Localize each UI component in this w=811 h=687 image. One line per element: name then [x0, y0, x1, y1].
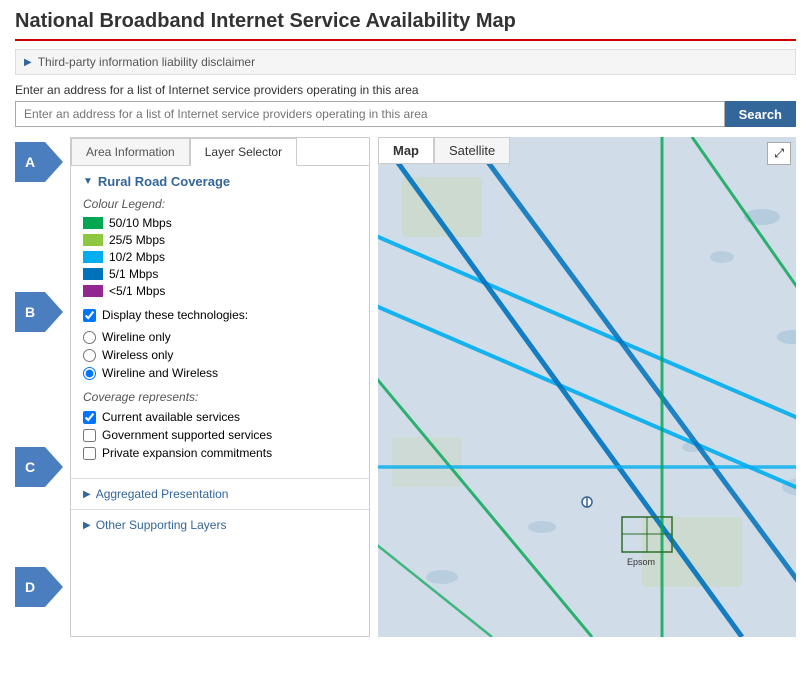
aggregated-presentation-section[interactable]: ▶ Aggregated Presentation: [71, 478, 369, 509]
svg-text:Epsom: Epsom: [627, 557, 655, 567]
legend-label-2: 10/2 Mbps: [109, 250, 165, 264]
arrow-c: C: [15, 447, 63, 487]
radio-wireline-wireless-label: Wireline and Wireless: [102, 366, 218, 380]
radio-wireline-wireless[interactable]: Wireline and Wireless: [83, 366, 357, 380]
arrow-d-label: D: [15, 567, 45, 607]
aggregated-label: Aggregated Presentation: [96, 487, 229, 501]
coverage-govt-checkbox[interactable]: [83, 429, 96, 442]
other-layers-label: Other Supporting Layers: [96, 518, 227, 532]
display-tech-checkbox-row[interactable]: Display these technologies:: [83, 308, 357, 322]
map-tabs: Map Satellite: [378, 137, 510, 164]
radio-wireless-only[interactable]: Wireless only: [83, 348, 357, 362]
arrow-b-label: B: [15, 292, 45, 332]
disclaimer-triangle-icon: ▶: [24, 57, 32, 68]
coverage-govt-label: Government supported services: [102, 428, 272, 442]
arrow-c-point: [45, 447, 63, 487]
legend-color-3: [83, 268, 103, 280]
coverage-private-label: Private expansion commitments: [102, 446, 272, 460]
page-title: National Broadband Internet Service Avai…: [15, 10, 796, 41]
legend-label-1: 25/5 Mbps: [109, 233, 165, 247]
legend-color-0: [83, 217, 103, 229]
radio-wireless-only-input[interactable]: [83, 349, 96, 362]
search-input[interactable]: [15, 101, 725, 127]
rural-road-coverage-header[interactable]: ▼ Rural Road Coverage: [83, 174, 357, 189]
coverage-checks: Current available services Government su…: [83, 410, 357, 460]
legend-item-2: 10/2 Mbps: [83, 250, 357, 264]
map-fullscreen-button[interactable]: ⤢: [767, 142, 791, 165]
coverage-govt[interactable]: Government supported services: [83, 428, 357, 442]
arrow-d: D: [15, 567, 63, 607]
coverage-private-checkbox[interactable]: [83, 447, 96, 460]
tabs-container: Area Information Layer Selector: [71, 138, 369, 166]
legend-color-1: [83, 234, 103, 246]
tab-layer-selector[interactable]: Layer Selector: [190, 138, 297, 166]
legend-title: Colour Legend:: [83, 197, 357, 211]
arrow-d-point: [45, 567, 63, 607]
display-tech-checkbox[interactable]: [83, 309, 96, 322]
radio-section: Wireline only Wireless only Wireline and…: [83, 330, 357, 380]
arrow-c-label: C: [15, 447, 45, 487]
legend-label-4: <5/1 Mbps: [109, 284, 165, 298]
radio-wireline-only-input[interactable]: [83, 331, 96, 344]
legend-label-3: 5/1 Mbps: [109, 267, 158, 281]
other-layers-section[interactable]: ▶ Other Supporting Layers: [71, 509, 369, 540]
map-svg: Epsom: [378, 137, 796, 637]
search-label: Enter an address for a list of Internet …: [15, 83, 796, 97]
section-title: Rural Road Coverage: [98, 174, 230, 189]
legend-item-0: 50/10 Mbps: [83, 216, 357, 230]
radio-wireline-wireless-input[interactable]: [83, 367, 96, 380]
other-layers-triangle-icon: ▶: [83, 520, 91, 531]
arrow-a: A: [15, 142, 63, 182]
disclaimer-text: Third-party information liability discla…: [38, 55, 255, 69]
legend-item-4: <5/1 Mbps: [83, 284, 357, 298]
radio-wireline-only-label: Wireline only: [102, 330, 171, 344]
aggregated-triangle-icon: ▶: [83, 489, 91, 500]
legend-color-2: [83, 251, 103, 263]
legend-color-4: [83, 285, 103, 297]
panel-content: ▼ Rural Road Coverage Colour Legend: 50/…: [71, 166, 369, 478]
map-tab-map[interactable]: Map: [378, 137, 434, 164]
side-panel: Area Information Layer Selector ▼ Rural …: [70, 137, 370, 637]
map-tab-satellite[interactable]: Satellite: [434, 137, 510, 164]
coverage-current-checkbox[interactable]: [83, 411, 96, 424]
coverage-current[interactable]: Current available services: [83, 410, 357, 424]
coverage-current-label: Current available services: [102, 410, 240, 424]
coverage-private[interactable]: Private expansion commitments: [83, 446, 357, 460]
coverage-title: Coverage represents:: [83, 390, 357, 404]
arrow-b-point: [45, 292, 63, 332]
search-row: Search: [15, 101, 796, 127]
arrow-a-point: [45, 142, 63, 182]
radio-wireless-only-label: Wireless only: [102, 348, 173, 362]
legend-label-0: 50/10 Mbps: [109, 216, 172, 230]
arrows-container: A B C D: [15, 137, 70, 637]
arrow-a-label: A: [15, 142, 45, 182]
legend-item-1: 25/5 Mbps: [83, 233, 357, 247]
display-tech-label: Display these technologies:: [102, 308, 248, 322]
arrow-b: B: [15, 292, 63, 332]
legend-items: 50/10 Mbps 25/5 Mbps 10/2 Mbps 5/1: [83, 216, 357, 298]
legend-item-3: 5/1 Mbps: [83, 267, 357, 281]
search-button[interactable]: Search: [725, 101, 796, 127]
radio-wireline-only[interactable]: Wireline only: [83, 330, 357, 344]
section-collapse-icon: ▼: [83, 176, 93, 187]
disclaimer-bar[interactable]: ▶ Third-party information liability disc…: [15, 49, 796, 75]
tab-area-information[interactable]: Area Information: [71, 138, 190, 165]
map-area[interactable]: Map Satellite ⤢: [378, 137, 796, 637]
